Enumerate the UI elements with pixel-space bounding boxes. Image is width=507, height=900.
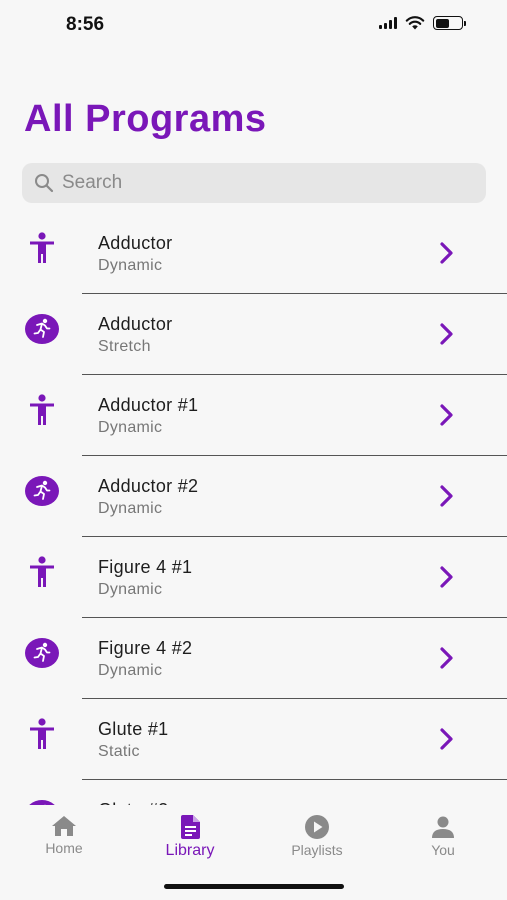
search-icon bbox=[35, 174, 54, 193]
program-title: Adductor bbox=[98, 233, 173, 253]
running-circle-icon bbox=[25, 636, 59, 670]
home-indicator bbox=[164, 884, 344, 889]
tab-label: You bbox=[431, 842, 455, 858]
program-row[interactable]: Adductor #1 Dynamic bbox=[0, 375, 507, 456]
search-input[interactable] bbox=[62, 172, 462, 194]
document-icon bbox=[181, 815, 200, 839]
program-title: Figure 4 #1 bbox=[98, 557, 193, 577]
program-title: Figure 4 #2 bbox=[98, 638, 193, 658]
chevron-right-icon[interactable] bbox=[437, 646, 457, 670]
running-circle-icon bbox=[25, 312, 59, 346]
program-subtitle: Stretch bbox=[98, 338, 151, 355]
battery-icon bbox=[433, 16, 466, 30]
program-title: Adductor #2 bbox=[98, 476, 199, 496]
program-title: Adductor bbox=[98, 314, 173, 334]
home-icon bbox=[52, 816, 76, 836]
person-standing-icon bbox=[25, 717, 59, 751]
tab-you[interactable]: You bbox=[388, 815, 498, 858]
program-title: Adductor #1 bbox=[98, 395, 199, 415]
person-standing-icon bbox=[25, 231, 59, 265]
play-circle-icon bbox=[305, 815, 329, 839]
tab-label: Playlists bbox=[291, 842, 343, 858]
status-icons bbox=[379, 16, 466, 30]
program-row[interactable]: Adductor Dynamic bbox=[0, 213, 507, 294]
cellular-signal-icon bbox=[379, 17, 397, 29]
running-circle-icon bbox=[25, 474, 59, 508]
program-row[interactable]: Figure 4 #1 Dynamic bbox=[0, 537, 507, 618]
program-row[interactable]: Glute #1 Static bbox=[0, 699, 507, 780]
program-row[interactable]: Figure 4 #2 Dynamic bbox=[0, 618, 507, 699]
status-time: 8:56 bbox=[66, 14, 105, 35]
chevron-right-icon[interactable] bbox=[437, 241, 457, 265]
program-subtitle: Dynamic bbox=[98, 419, 163, 436]
chevron-right-icon[interactable] bbox=[437, 403, 457, 427]
program-list: Adductor Dynamic Adductor Stretch Adductor #… bbox=[0, 213, 507, 805]
wifi-icon bbox=[405, 16, 425, 30]
status-bar: 8:56 bbox=[0, 0, 507, 52]
chevron-right-icon[interactable] bbox=[437, 565, 457, 589]
program-subtitle: Dynamic bbox=[98, 581, 163, 598]
program-subtitle: Dynamic bbox=[98, 662, 163, 679]
program-subtitle: Dynamic bbox=[98, 257, 163, 274]
person-standing-icon bbox=[25, 393, 59, 427]
tab-library[interactable]: Library bbox=[135, 815, 245, 860]
chevron-right-icon[interactable] bbox=[437, 484, 457, 508]
tab-label: Library bbox=[165, 842, 215, 859]
person-icon bbox=[432, 816, 454, 838]
tab-label: Home bbox=[45, 840, 83, 856]
program-subtitle: Dynamic bbox=[98, 500, 163, 517]
program-row[interactable]: Adductor Stretch bbox=[0, 294, 507, 375]
page-title: All Programs bbox=[24, 98, 267, 140]
tab-home[interactable]: Home bbox=[9, 815, 119, 856]
program-row[interactable]: Adductor #2 Dynamic bbox=[0, 456, 507, 537]
chevron-right-icon[interactable] bbox=[437, 727, 457, 751]
tab-playlists[interactable]: Playlists bbox=[262, 815, 372, 858]
search-bar[interactable] bbox=[22, 163, 486, 203]
running-circle-icon bbox=[25, 798, 59, 805]
person-standing-icon bbox=[25, 555, 59, 589]
chevron-right-icon[interactable] bbox=[437, 322, 457, 346]
program-row[interactable]: Glute #2 bbox=[0, 780, 507, 805]
program-title: Glute #1 bbox=[98, 719, 169, 739]
program-subtitle: Static bbox=[98, 743, 140, 760]
